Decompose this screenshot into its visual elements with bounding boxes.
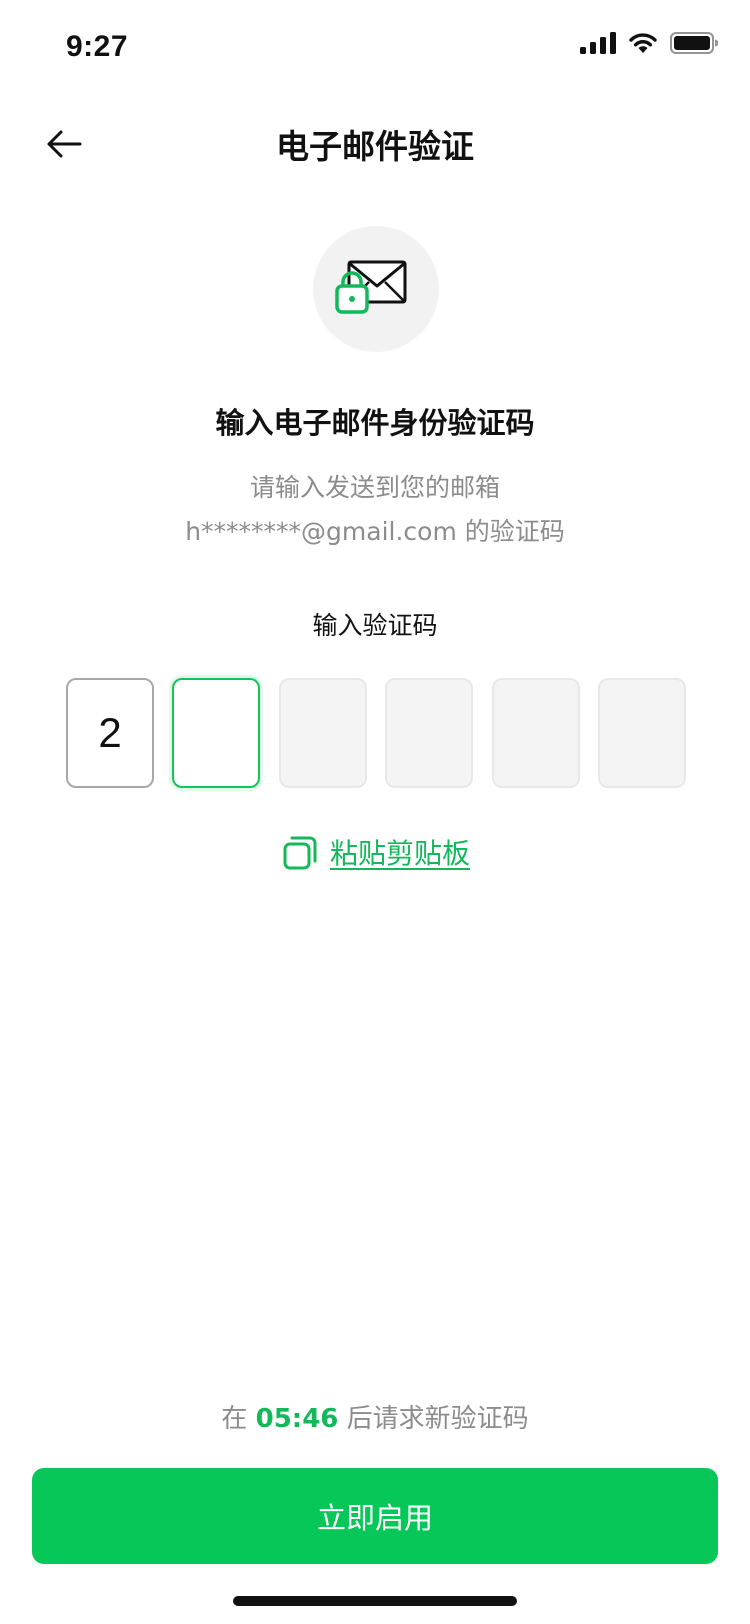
resend-suffix: 后请求新验证码 (346, 1404, 529, 1434)
email-verification-screen: 9:27 电子邮件验证 输入电子邮件身份验证码 请输入发送到您的邮箱 h****… (0, 0, 750, 1624)
enable-now-button[interactable]: 立即启用 (32, 1468, 718, 1564)
main-heading: 输入电子邮件身份验证码 (215, 406, 535, 440)
code-digit-3[interactable] (278, 678, 367, 788)
verification-code-input: 2 (66, 678, 686, 788)
status-time: 9:27 (66, 30, 129, 63)
code-digit-2[interactable] (172, 678, 261, 788)
battery-icon (670, 32, 718, 54)
instruction-line-2: h********@gmail.com 的验证码 (185, 517, 565, 546)
envelope-lock-icon (335, 260, 407, 314)
resend-timer: 05:46 (255, 1404, 339, 1434)
code-digit-5[interactable] (491, 678, 580, 788)
wifi-icon (629, 33, 657, 53)
code-digit-6[interactable] (597, 678, 686, 788)
cellular-signal-icon (580, 32, 616, 54)
page-title: 电子邮件验证 (276, 127, 474, 166)
status-bar: 9:27 (0, 0, 750, 96)
paste-clipboard-label: 粘贴剪贴板 (329, 837, 470, 870)
home-indicator (233, 1596, 517, 1606)
nav-bar: 电子邮件验证 (0, 108, 750, 180)
code-label: 输入验证码 (312, 611, 438, 640)
resend-prefix: 在 (221, 1404, 248, 1434)
code-digit-1[interactable]: 2 (66, 678, 154, 788)
resend-countdown: 在 05:46 后请求新验证码 (0, 1398, 750, 1435)
code-digit-4[interactable] (385, 678, 474, 788)
email-lock-illustration (313, 226, 439, 352)
status-icons (580, 32, 718, 54)
instruction-text: 请输入发送到您的邮箱 h********@gmail.com 的验证码 (0, 466, 750, 554)
instruction-line-1: 请输入发送到您的邮箱 (249, 473, 500, 502)
paste-clipboard-link[interactable]: 粘贴剪贴板 (0, 832, 750, 872)
copy-icon (283, 836, 317, 870)
